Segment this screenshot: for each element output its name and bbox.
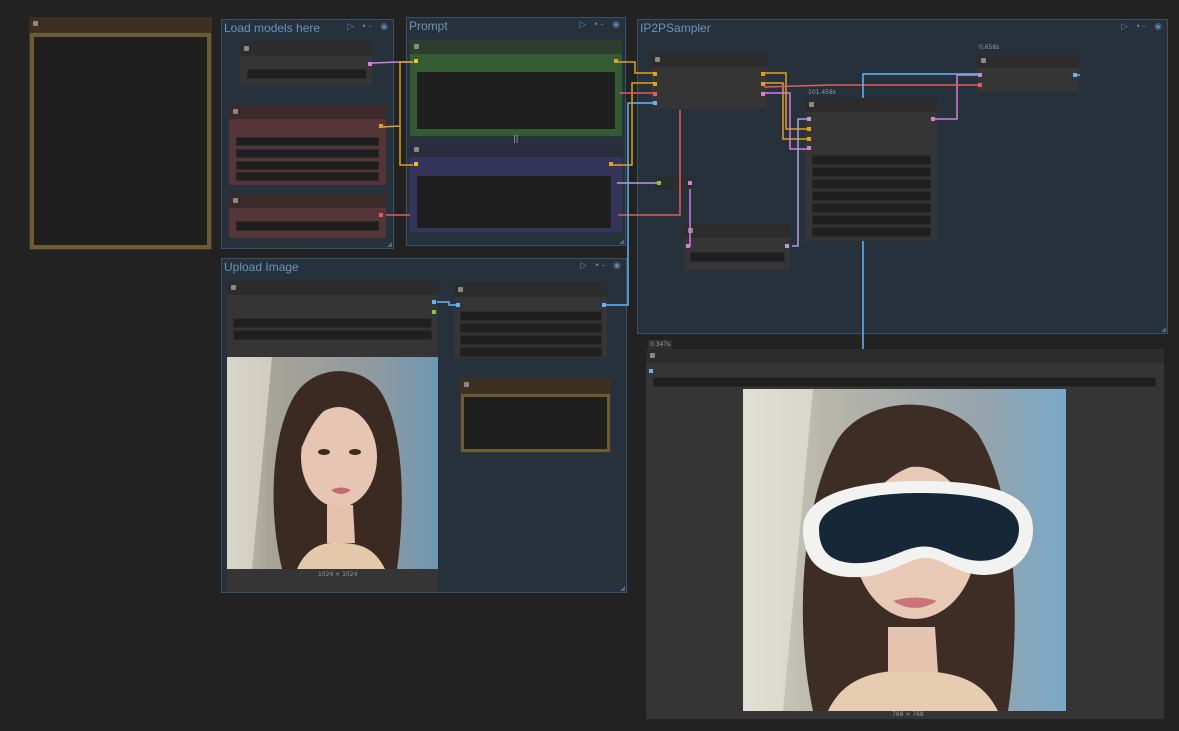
node-wires — [371, 61, 1080, 349]
